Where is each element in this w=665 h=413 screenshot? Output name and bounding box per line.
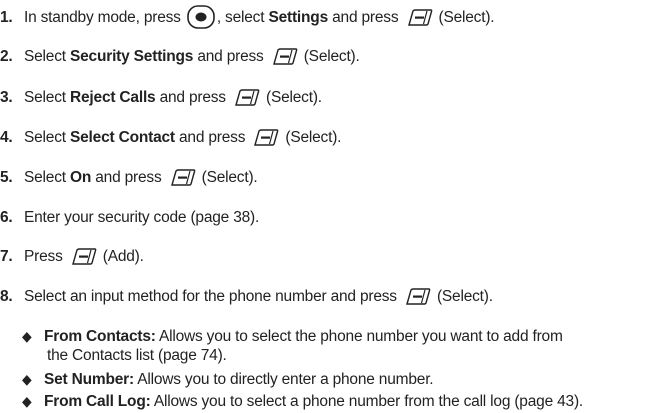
step-7: 7. Press (Add).	[0, 247, 144, 267]
option-label: Set Number:	[44, 371, 134, 388]
step-number: 3.	[0, 89, 13, 106]
diamond-bullet-icon: ◆	[22, 393, 32, 409]
step-text: Press	[24, 248, 63, 265]
step-text: and press	[91, 169, 162, 186]
step-number: 4.	[0, 129, 13, 146]
option-from-contacts: ◆ From Contacts: Allows you to select the…	[22, 326, 563, 347]
diamond-bullet-icon: ◆	[22, 328, 32, 344]
step-number: 2.	[0, 48, 13, 65]
left-soft-key-icon	[273, 48, 298, 65]
diamond-bullet-icon: ◆	[22, 371, 32, 387]
menu-name: Settings	[268, 9, 328, 26]
left-soft-key-icon	[72, 248, 97, 265]
step-8: 8. Select an input method for the phone n…	[0, 287, 493, 307]
step-6: 6. Enter your security code (page 38).	[0, 208, 259, 228]
step-4: 4. Select Select Contact and press (Selec…	[0, 128, 341, 148]
step-action: (Add).	[102, 248, 144, 265]
step-5: 5. Select On and press (Select).	[0, 168, 258, 188]
step-text: and press	[328, 9, 399, 26]
option-from-call-log: ◆ From Call Log: Allows you to select a p…	[22, 391, 583, 412]
menu-name: Select Contact	[70, 129, 175, 146]
option-description: Allows you to select the phone number yo…	[155, 328, 563, 345]
left-soft-key-icon	[235, 89, 260, 106]
step-number: 8.	[0, 288, 13, 305]
menu-name: Security Settings	[70, 48, 194, 65]
option-description: Allows you to directly enter a phone num…	[133, 371, 434, 388]
step-3: 3. Select Reject Calls and press (Select)…	[0, 88, 322, 108]
step-text: Select	[24, 48, 70, 65]
left-soft-key-icon	[254, 129, 279, 146]
step-text: Enter your security code (page 38).	[24, 209, 260, 226]
step-number: 6.	[0, 209, 13, 226]
step-action: (Select).	[265, 89, 322, 106]
step-number: 7.	[0, 248, 13, 265]
option-label: From Call Log:	[44, 393, 151, 410]
step-text: and press	[174, 129, 246, 146]
end-key-icon	[187, 5, 215, 29]
step-text: Select	[24, 169, 70, 186]
option-label: From Contacts:	[44, 328, 156, 345]
step-text: In standby mode, press	[24, 9, 181, 26]
left-soft-key-icon	[170, 169, 195, 186]
step-action: (Select).	[201, 169, 258, 186]
left-soft-key-icon	[407, 9, 432, 26]
step-text: , select	[216, 9, 269, 26]
step-text: Select	[24, 129, 70, 146]
instruction-document: 1. In standby mode, press , select Settin…	[0, 0, 665, 413]
menu-name: On	[70, 169, 92, 186]
option-description: Allows you to select a phone number from…	[150, 393, 584, 410]
step-text: and press	[193, 48, 264, 65]
step-text: Select an input method for the phone num…	[24, 288, 397, 305]
step-action: (Select).	[303, 48, 360, 65]
step-action: (Select).	[438, 9, 495, 26]
step-2: 2. Select Security Settings and press (Se…	[0, 47, 360, 67]
left-soft-key-icon	[406, 288, 431, 305]
step-text: and press	[155, 89, 226, 106]
step-action: (Select).	[285, 129, 342, 146]
step-action: (Select).	[436, 288, 493, 305]
option-description-continued: the Contacts list (page 74).	[47, 347, 227, 364]
step-1: 1. In standby mode, press , select Settin…	[0, 5, 495, 29]
step-number: 5.	[0, 169, 13, 186]
menu-name: Reject Calls	[70, 89, 156, 106]
step-text: Select	[24, 89, 70, 106]
option-set-number: ◆ Set Number: Allows you to directly ente…	[22, 369, 434, 390]
step-number: 1.	[0, 9, 13, 26]
